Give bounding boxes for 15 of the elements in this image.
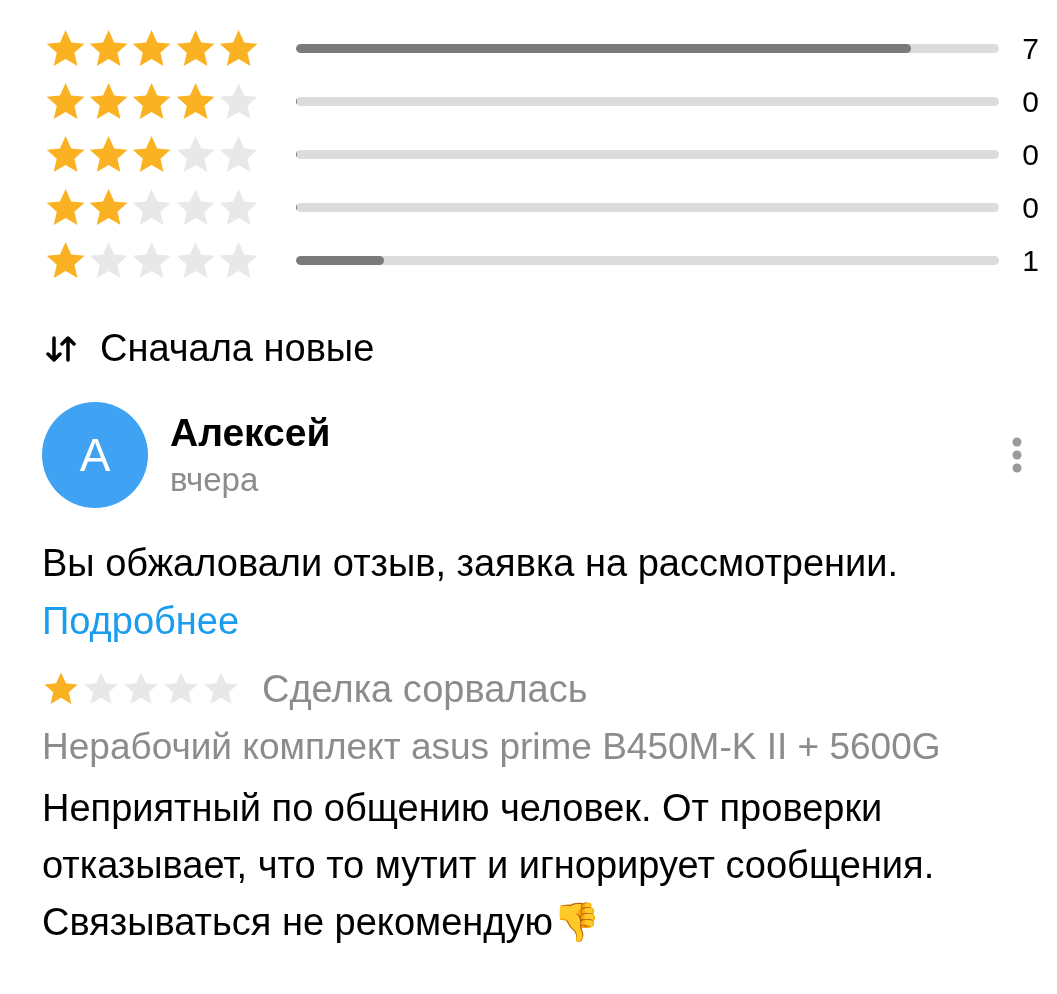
rating-count: 0: [1021, 137, 1039, 172]
sort-icon: [46, 333, 76, 364]
item-title: Нерабочий комплект asus prime B450M-K II + 5600G: [42, 725, 942, 769]
rating-count: 0: [1021, 190, 1039, 225]
rating-count: 7: [1021, 31, 1039, 66]
review-text: Неприятный по общению человек. От проверки отказывает, что то мутит и игнорирует сообщения. Связываться не рекомендую👎: [42, 786, 936, 945]
appeal-notice: Вы обжаловали отзыв, заявка на рассмотрении.: [42, 541, 900, 586]
review-date: вчера: [170, 461, 260, 499]
avatar: А: [42, 402, 148, 508]
more-icon[interactable]: [1011, 437, 1023, 473]
author-name: Алексей: [170, 411, 332, 455]
sort-button[interactable]: Сначала новые: [46, 327, 375, 370]
rating-count: 1: [1021, 243, 1039, 278]
rating-count: 0: [1021, 84, 1039, 119]
deal-status: Сделка сорвалась: [262, 667, 588, 711]
